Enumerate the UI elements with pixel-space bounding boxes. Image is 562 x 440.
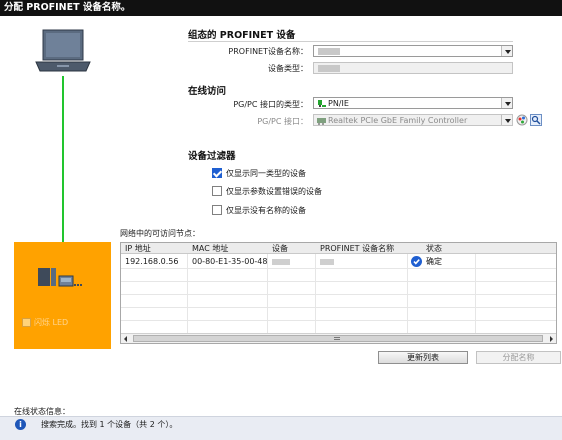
pgpc-iface-select[interactable]: Realtek PCIe GbE Family Controller — [313, 114, 513, 126]
device-name-redacted — [318, 48, 340, 55]
filter-no-name-label: 仅显示没有名称的设备 — [226, 206, 306, 215]
flash-led-checkbox[interactable] — [22, 318, 31, 327]
filter-heading: 设备过滤器 — [188, 151, 236, 162]
assign-name-button[interactable]: 分配名称 — [476, 351, 561, 364]
device-type-label: 设备类型： — [268, 64, 308, 73]
col-profinet-name[interactable]: PROFINET 设备名称 — [320, 243, 394, 254]
device-panel: 闪烁 LED — [14, 242, 111, 349]
check-circle-icon — [411, 256, 422, 267]
grid-h — [121, 294, 556, 295]
config-heading: 组态的 PROFINET 设备 — [188, 30, 296, 41]
chevron-down-icon[interactable] — [501, 115, 512, 125]
pgpc-iface-value: Realtek PCIe GbE Family Controller — [328, 116, 468, 125]
scroll-right-icon[interactable] — [547, 335, 555, 343]
row-mac: 00-80-E1-35-00-48 — [192, 257, 268, 266]
network-card-icon — [317, 116, 326, 125]
diagnostics-icon[interactable] — [516, 114, 528, 126]
row-ip: 192.168.0.56 — [125, 257, 179, 266]
device-icon — [34, 264, 90, 290]
filter-no-name-checkbox[interactable] — [212, 205, 222, 215]
online-heading: 在线访问 — [188, 86, 227, 97]
filter-param-error-label: 仅显示参数设置错误的设备 — [226, 187, 322, 196]
search-icon[interactable] — [530, 114, 542, 126]
scroll-thumb[interactable] — [133, 335, 543, 342]
status-bar: i 搜索完成。找到 1 个设备（共 2 个）。 — [0, 416, 562, 440]
chevron-down-icon[interactable] — [501, 46, 512, 56]
scroll-grip-icon — [334, 337, 340, 340]
device-name-select[interactable] — [313, 45, 513, 57]
pgpc-iface-label: PG/PC 接口： — [257, 117, 308, 126]
table-hscrollbar[interactable] — [121, 333, 556, 343]
grid-h — [121, 307, 556, 308]
grid-h — [121, 320, 556, 321]
pg-pc-icon — [34, 28, 92, 76]
nodes-table[interactable]: IP 地址 MAC 地址 设备 PROFINET 设备名称 状态 192.168… — [120, 242, 557, 344]
filter-same-type-label: 仅显示同一类型的设备 — [226, 169, 306, 178]
nodes-table-header: IP 地址 MAC 地址 设备 PROFINET 设备名称 状态 — [121, 243, 556, 254]
pgpc-type-select[interactable]: PN/IE — [313, 97, 513, 109]
scroll-left-icon[interactable] — [122, 335, 130, 343]
config-divider — [188, 41, 513, 42]
row-status: 确定 — [426, 257, 442, 266]
status-message: 搜索完成。找到 1 个设备（共 2 个）。 — [41, 420, 178, 429]
flash-led-label: 闪烁 LED — [34, 318, 69, 327]
refresh-list-button[interactable]: 更新列表 — [378, 351, 468, 364]
pgpc-type-label: PG/PC 接口的类型： — [233, 100, 308, 109]
col-device[interactable]: 设备 — [272, 243, 288, 254]
network-plug-icon — [317, 99, 326, 108]
col-status[interactable]: 状态 — [426, 243, 442, 254]
info-icon: i — [15, 419, 26, 430]
col-ip[interactable]: IP 地址 — [125, 243, 151, 254]
grid-h — [121, 268, 556, 269]
col-mac[interactable]: MAC 地址 — [192, 243, 228, 254]
row-device-redacted — [272, 259, 290, 265]
device-type-redacted — [318, 65, 340, 72]
table-row[interactable]: 192.168.0.56 00-80-E1-35-00-48 确定 — [121, 256, 556, 268]
device-name-label: PROFINET设备名称： — [228, 47, 308, 56]
filter-same-type-checkbox[interactable] — [212, 168, 222, 178]
nodes-heading: 网络中的可访问节点： — [120, 229, 200, 238]
device-type-field — [313, 62, 513, 74]
chevron-down-icon[interactable] — [501, 98, 512, 108]
grid-h — [121, 281, 556, 282]
row-name-redacted — [320, 259, 334, 265]
pgpc-type-value: PN/IE — [328, 99, 349, 108]
filter-param-error-checkbox[interactable] — [212, 186, 222, 196]
window-title: 分配 PROFINET 设备名称。 — [0, 0, 562, 16]
